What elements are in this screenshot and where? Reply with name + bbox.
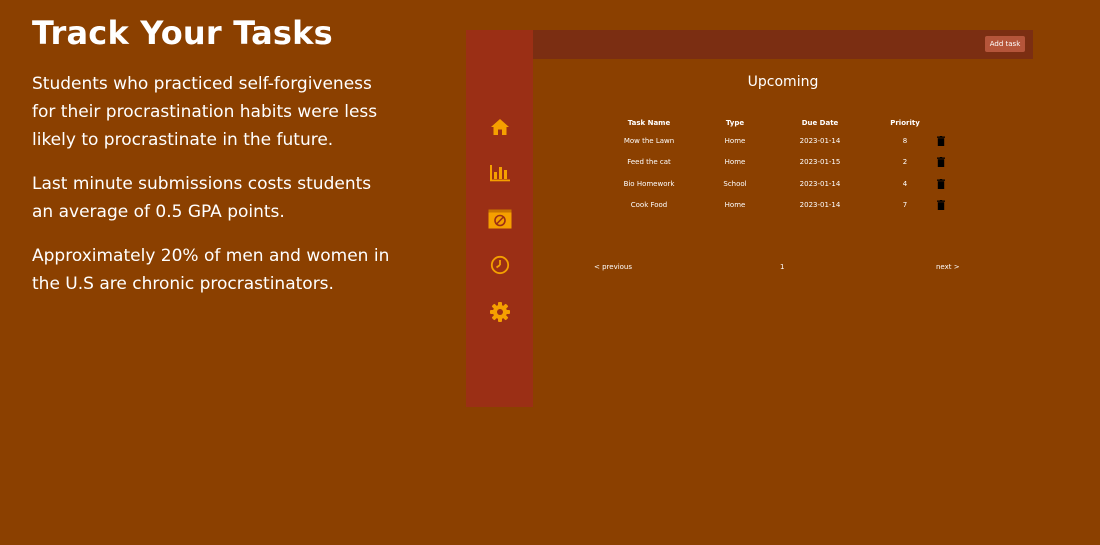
home-icon[interactable]	[488, 115, 512, 139]
column-header: Task Name	[627, 119, 671, 127]
block-icon[interactable]	[488, 207, 512, 231]
task-list-panel: Upcoming Task Name Type Due Date Priorit…	[533, 59, 1033, 407]
task-due-cell: 2023-01-14	[799, 201, 841, 210]
task-type-cell: Home	[724, 136, 746, 145]
table-row[interactable]: Bio Homework School 2023-01-14 4	[593, 173, 993, 195]
table-row[interactable]: Cook Food Home 2023-01-14 7	[593, 195, 993, 217]
task-name-cell: Cook Food	[630, 201, 668, 210]
table-header-row: Task Name Type Due Date Priority	[593, 116, 993, 130]
next-page-link[interactable]: next >	[936, 263, 960, 271]
task-due-cell: 2023-01-14	[799, 136, 841, 145]
previous-page-link[interactable]: < previous	[594, 263, 632, 271]
fact-paragraph: Last minute submissions costs students a…	[32, 174, 372, 222]
trash-icon[interactable]	[937, 157, 945, 168]
add-task-button[interactable]: Add task	[985, 36, 1025, 52]
top-bar: Add task	[533, 30, 1033, 59]
task-type-cell: School	[723, 179, 747, 188]
trash-icon[interactable]	[937, 178, 945, 189]
gear-icon[interactable]	[488, 300, 512, 324]
task-name-cell: Bio Homework	[623, 179, 675, 188]
task-priority-cell: 7	[902, 201, 908, 210]
fact-paragraph: Approximately 20% of men and women in th…	[32, 246, 390, 294]
current-page-number: 1	[780, 263, 785, 271]
task-priority-cell: 8	[902, 136, 908, 145]
bar-chart-icon[interactable]	[488, 161, 512, 185]
task-due-cell: 2023-01-14	[799, 179, 841, 188]
task-type-cell: Home	[724, 201, 746, 210]
trash-icon[interactable]	[937, 200, 945, 211]
column-header: Type	[725, 119, 745, 127]
page-title: Track Your Tasks	[32, 14, 333, 52]
task-name-cell: Feed the cat	[627, 158, 671, 167]
column-header: Due Date	[801, 119, 839, 127]
table-row[interactable]: Mow the Lawn Home 2023-01-14 8	[593, 130, 993, 152]
task-type-cell: Home	[724, 158, 746, 167]
trash-icon[interactable]	[937, 135, 945, 146]
task-name-cell: Mow the Lawn	[623, 136, 675, 145]
task-app-window: Add task Upcoming Task Name Type Due Dat…	[466, 30, 1033, 407]
section-heading: Upcoming	[747, 74, 819, 90]
sidebar	[466, 30, 533, 407]
task-priority-cell: 4	[902, 179, 908, 188]
hero-section: Track Your Tasks Students who practiced …	[32, 14, 392, 314]
task-table: Task Name Type Due Date Priority Mow the…	[593, 116, 993, 216]
clock-icon[interactable]	[488, 253, 512, 277]
fact-paragraph: Students who practiced self-forgiveness …	[32, 74, 378, 150]
task-priority-cell: 2	[902, 158, 908, 167]
column-header: Priority	[890, 119, 920, 127]
table-row[interactable]: Feed the cat Home 2023-01-15 2	[593, 152, 993, 174]
task-due-cell: 2023-01-15	[799, 158, 841, 167]
